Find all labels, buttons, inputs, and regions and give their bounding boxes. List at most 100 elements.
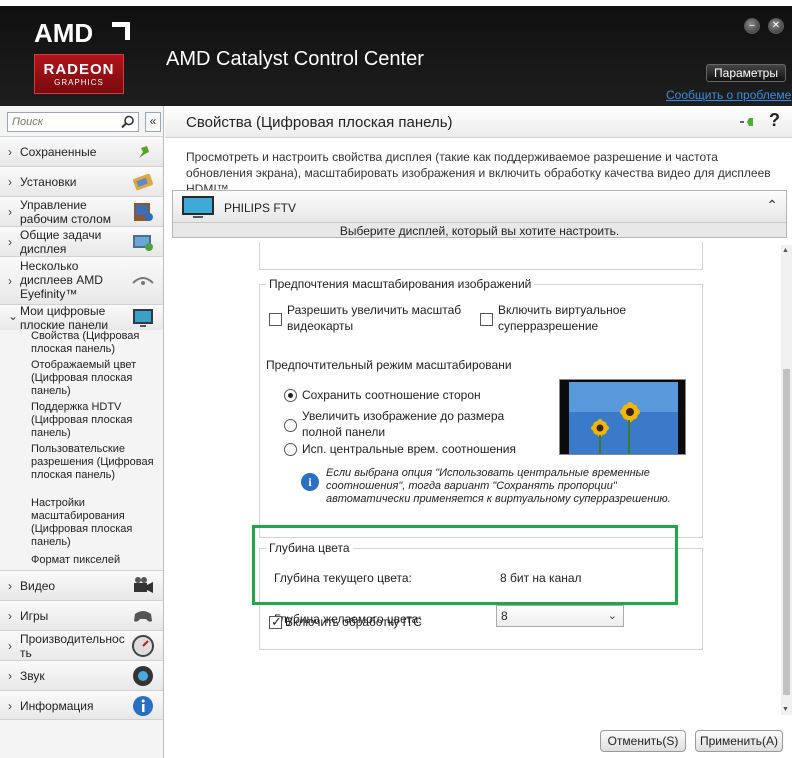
gpu-scaling-label: Разрешить увеличить масштаб видеокарты xyxy=(287,303,462,333)
video-camera-icon xyxy=(134,577,153,593)
desired-color-depth-value: 8 xyxy=(501,609,508,623)
nav-item-label: Общие задачи дисплея xyxy=(20,228,102,256)
sidebar-subitem-custom-resolutions[interactable]: Пользовательские разрешения (Цифровая пл… xyxy=(31,443,157,482)
preferences-button[interactable]: Параметры xyxy=(706,64,786,82)
flat-panel-icon xyxy=(133,309,153,327)
gauge-icon xyxy=(132,635,154,657)
chevron-right-icon: › xyxy=(8,639,12,653)
scroll-down-icon[interactable]: ▼ xyxy=(782,706,789,713)
display-selector-header[interactable]: PHILIPS FTV ⌃ xyxy=(173,191,786,223)
vsr-checkbox[interactable] xyxy=(480,313,493,326)
chevron-right-icon: › xyxy=(8,579,12,593)
color-depth-highlight xyxy=(252,525,678,605)
chevron-right-icon: › xyxy=(8,669,12,683)
radeon-badge: RADEON GRAPHICS xyxy=(34,54,124,94)
full-panel-radio[interactable] xyxy=(284,419,297,432)
full-panel-label: Увеличить изображение до размера полной … xyxy=(302,409,505,439)
gamepad-icon xyxy=(134,611,152,622)
nav-item-label: Информация xyxy=(20,699,94,713)
nav-item-label: Звук xyxy=(20,669,45,683)
chevron-right-icon: › xyxy=(8,145,12,159)
nav-item-flat-panels[interactable]: ⌄ Мои цифровые плоские панели xyxy=(0,304,163,332)
nav-item-saved[interactable]: › Сохраненные xyxy=(0,136,163,166)
app-title: AMD Catalyst Control Center xyxy=(166,48,424,70)
nav-item-label: Производительность xyxy=(20,632,125,660)
vertical-scrollbar[interactable]: ▲ ▼ xyxy=(781,245,792,715)
desired-color-depth-select[interactable]: 8 ⌄ xyxy=(496,605,624,627)
search-input[interactable] xyxy=(8,113,116,131)
presets-icon xyxy=(133,173,153,191)
nav-item-label: Игры xyxy=(20,609,49,623)
vsr-label: Включить виртуальное суперразрешение xyxy=(498,303,627,333)
scaling-mode-label: Предпочтительный режим масштабировани xyxy=(266,358,512,372)
nav-item-information[interactable]: › Информация xyxy=(0,690,163,720)
logo-graphics-text: GRAPHICS xyxy=(54,78,104,87)
help-icon[interactable]: ? xyxy=(769,110,780,131)
speaker-icon xyxy=(133,666,153,686)
display-selector-hint: Выберите дисплей, который вы хотите наст… xyxy=(339,224,620,238)
nav-item-video[interactable]: › Видео xyxy=(0,570,163,600)
display-name: PHILIPS FTV xyxy=(224,201,297,215)
info-icon xyxy=(133,696,153,716)
center-timings-radio[interactable] xyxy=(284,443,297,456)
report-problem-link[interactable]: Сообщить о проблеме xyxy=(666,88,791,102)
nav-item-presets[interactable]: › Установки xyxy=(0,166,163,196)
logo-amd-text: AMD xyxy=(34,18,94,48)
desktop-management-icon xyxy=(134,203,153,221)
scroll-up-icon[interactable]: ▲ xyxy=(782,247,789,254)
scaling-group-title: Предпочтения масштабирования изображений xyxy=(266,277,535,291)
search-box[interactable] xyxy=(7,112,139,132)
nav-item-label: Установки xyxy=(20,175,77,189)
eyefinity-icon xyxy=(132,277,154,285)
sidebar: « › Сохраненные › Установки › Управление… xyxy=(0,106,164,758)
page-title-bar: Свойства (Цифровая плоская панель) ? xyxy=(165,106,792,138)
sidebar-subitem-pixel-format[interactable]: Формат пикселей xyxy=(31,554,157,567)
nav-item-label: Управление рабочим столом xyxy=(20,198,112,226)
chevron-down-icon: ⌄ xyxy=(607,610,617,622)
sunflower-preview xyxy=(560,380,685,454)
chevron-right-icon: › xyxy=(8,205,12,219)
monitor-icon xyxy=(182,196,214,218)
collapse-sidebar-button[interactable]: « xyxy=(145,112,161,132)
nav-item-performance[interactable]: › Производительность xyxy=(0,630,163,660)
apply-button[interactable]: Применить(A) xyxy=(695,730,783,752)
nav-item-label: Несколько дисплеев AMD Eyefinity™ xyxy=(20,259,103,301)
scaling-group: Предпочтения масштабирования изображений… xyxy=(259,277,703,538)
nav-item-desktop-management[interactable]: › Управление рабочим столом xyxy=(0,196,163,226)
app-header: AMD RADEON GRAPHICS AMD Catalyst Control… xyxy=(0,0,792,106)
display-selector[interactable]: PHILIPS FTV ⌃ Выберите дисплей, который … xyxy=(172,190,787,238)
close-button[interactable]: ✕ xyxy=(768,18,784,34)
cancel-button[interactable]: Отменить(S) xyxy=(600,730,686,752)
scrollbar-thumb[interactable] xyxy=(783,369,790,695)
nav-item-eyefinity[interactable]: › Несколько дисплеев AMD Eyefinity™ xyxy=(0,256,163,304)
settings-scroll-area: Предпочтения масштабирования изображений… xyxy=(171,242,792,716)
minimize-button[interactable]: – xyxy=(744,18,760,34)
gpu-scaling-checkbox[interactable] xyxy=(269,313,282,326)
chevron-down-icon: ⌄ xyxy=(8,309,19,323)
chevron-up-icon[interactable]: ⌃ xyxy=(766,197,778,214)
sidebar-subitem-color[interactable]: Отображаемый цвет (Цифровая плоская пане… xyxy=(31,359,157,398)
sidebar-subitem-scaling[interactable]: Настройки масштабирования (Цифровая плос… xyxy=(31,497,157,549)
info-icon: i xyxy=(301,473,319,491)
nav-item-label: Сохраненные xyxy=(20,145,97,159)
chevron-right-icon: › xyxy=(8,274,12,288)
center-timings-info: Если выбрана опция "Использовать централ… xyxy=(326,467,671,505)
logo-radeon-text: RADEON xyxy=(43,61,115,78)
pin-icon xyxy=(139,146,149,158)
nav-item-games[interactable]: › Игры xyxy=(0,600,163,630)
sidebar-subitem-properties[interactable]: Свойства (Цифровая плоская панель) xyxy=(31,330,157,356)
scaling-preview-image xyxy=(559,379,686,455)
chevron-right-icon: › xyxy=(8,699,12,713)
prev-group-remnant xyxy=(259,242,703,270)
sidebar-subitem-hdtv[interactable]: Поддержка HDTV (Цифровая плоская панель) xyxy=(31,401,157,440)
chevron-right-icon: › xyxy=(8,175,12,189)
search-icon[interactable] xyxy=(121,115,135,129)
nav-item-sound[interactable]: › Звук xyxy=(0,660,163,690)
nav-item-label: Мои цифровые плоские панели xyxy=(20,304,109,332)
nav-item-display-tasks[interactable]: › Общие задачи дисплея xyxy=(0,226,163,256)
itc-checkbox[interactable] xyxy=(269,614,282,630)
itc-label: Включить обработку ITC xyxy=(285,615,422,629)
preserve-aspect-radio[interactable] xyxy=(284,389,297,402)
pin-page-icon[interactable] xyxy=(739,114,757,130)
preserve-aspect-label: Сохранить соотношение сторон xyxy=(302,388,481,402)
